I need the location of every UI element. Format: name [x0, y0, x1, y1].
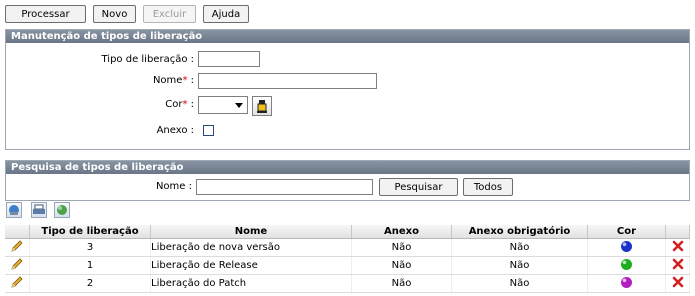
- table-row[interactable]: 3 Liberação de nova versão Não Não: [5, 238, 690, 257]
- edit-cell[interactable]: [5, 274, 30, 293]
- nome-label: Nome* :: [152, 75, 194, 86]
- refresh-button[interactable]: [54, 202, 70, 218]
- chevron-down-icon: [235, 103, 243, 108]
- edit-column-header: [5, 225, 30, 239]
- header-anexo-obrigatorio[interactable]: Anexo obrigatório: [451, 225, 588, 239]
- cell-tipo: 2: [29, 274, 151, 293]
- manutencao-title: Manutenção de tipos de liberação: [6, 30, 689, 43]
- pencil-icon[interactable]: [10, 275, 24, 289]
- delete-icon[interactable]: [672, 258, 684, 270]
- edit-cell[interactable]: [5, 256, 30, 275]
- bucket-icon: [257, 100, 267, 113]
- delete-icon[interactable]: [672, 240, 684, 252]
- export-button[interactable]: [6, 202, 22, 218]
- novo-button[interactable]: Novo: [93, 5, 136, 23]
- cor-select[interactable]: [198, 96, 248, 114]
- cell-anexo-obrigatorio: Não: [451, 274, 588, 293]
- header-anexo[interactable]: Anexo: [351, 225, 452, 239]
- delete-column-header: [665, 225, 690, 239]
- results-table: Tipo de liberação Nome Anexo Anexo obrig…: [5, 225, 690, 293]
- edit-cell[interactable]: [5, 238, 30, 257]
- header-nome[interactable]: Nome: [150, 225, 352, 239]
- processar-button[interactable]: Processar: [5, 5, 86, 23]
- pesquisa-nome-input[interactable]: [196, 179, 373, 195]
- pesquisar-button[interactable]: Pesquisar: [379, 178, 458, 196]
- anexo-label: Anexo :: [156, 125, 194, 136]
- pencil-icon[interactable]: [10, 257, 24, 271]
- color-picker-button[interactable]: [252, 96, 272, 116]
- export-icon: [9, 205, 19, 215]
- cell-anexo-obrigatorio: Não: [451, 256, 588, 275]
- color-ball-icon: [621, 258, 632, 270]
- cell-cor: [587, 238, 666, 257]
- todos-button[interactable]: Todos: [463, 178, 513, 196]
- print-icon: [33, 204, 45, 214]
- delete-icon[interactable]: [672, 276, 684, 288]
- cell-nome: Liberação do Patch: [150, 274, 352, 293]
- table-row[interactable]: 1 Liberação de Release Não Não: [5, 256, 690, 275]
- pencil-icon[interactable]: [10, 239, 24, 253]
- print-button[interactable]: [31, 202, 47, 218]
- tipo-input[interactable]: [198, 51, 260, 67]
- pesquisa-nome-label: Nome :: [155, 181, 192, 192]
- cell-anexo: Não: [351, 256, 452, 275]
- cell-nome: Liberação de nova versão: [150, 238, 352, 257]
- cell-anexo-obrigatorio: Não: [451, 238, 588, 257]
- delete-cell[interactable]: [665, 256, 690, 275]
- tipo-label: Tipo de liberação :: [101, 54, 195, 65]
- cor-label: Cor* :: [165, 99, 194, 110]
- cell-cor: [587, 274, 666, 293]
- cell-tipo: 1: [29, 256, 151, 275]
- cell-nome: Liberação de Release: [150, 256, 352, 275]
- cell-anexo: Não: [351, 274, 452, 293]
- cell-cor: [587, 256, 666, 275]
- pesquisa-title: Pesquisa de tipos de liberação: [6, 161, 689, 174]
- delete-cell[interactable]: [665, 274, 690, 293]
- header-cor[interactable]: Cor: [587, 225, 666, 239]
- color-ball-icon: [621, 276, 632, 288]
- excluir-button[interactable]: Excluir: [143, 5, 196, 23]
- delete-cell[interactable]: [665, 238, 690, 257]
- table-row[interactable]: 2 Liberação do Patch Não Não: [5, 274, 690, 293]
- color-ball-icon: [621, 240, 632, 252]
- globe-icon: [57, 205, 67, 215]
- header-tipo[interactable]: Tipo de liberação: [29, 225, 151, 239]
- cell-tipo: 3: [29, 238, 151, 257]
- nome-input[interactable]: [198, 73, 377, 89]
- table-header-row: Tipo de liberação Nome Anexo Anexo obrig…: [5, 225, 690, 239]
- cell-anexo: Não: [351, 238, 452, 257]
- anexo-checkbox[interactable]: [203, 125, 214, 136]
- ajuda-button[interactable]: Ajuda: [203, 5, 249, 23]
